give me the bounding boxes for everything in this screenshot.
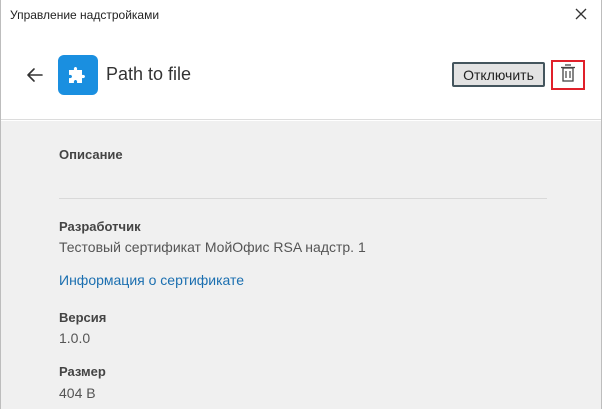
divider (59, 198, 547, 199)
disable-button[interactable]: Отключить (452, 62, 545, 87)
back-arrow-icon[interactable] (25, 65, 45, 85)
addon-details: Описание Разработчик Тестовый сертификат… (1, 121, 601, 409)
size-value: 404 B (59, 385, 96, 401)
certificate-info-link[interactable]: Информация о сертификате (59, 272, 244, 288)
version-label: Версия (59, 310, 107, 325)
delete-button[interactable] (551, 60, 585, 90)
window-title: Управление надстройками (10, 8, 160, 22)
close-icon[interactable] (573, 6, 589, 22)
description-label: Описание (59, 147, 123, 162)
version-value: 1.0.0 (59, 330, 91, 346)
developer-label: Разработчик (59, 219, 141, 234)
title-bar: Управление надстройками (1, 0, 601, 30)
size-label: Размер (59, 364, 106, 379)
addon-header: Path to file Отключить (1, 30, 601, 120)
addon-name: Path to file (106, 64, 192, 84)
addon-manager-window: Управление надстройками Path to file Отк… (0, 0, 602, 409)
puzzle-icon (58, 55, 98, 95)
developer-value: Тестовый сертификат МойОфис RSA надстр. … (59, 239, 366, 255)
trash-icon (559, 63, 577, 88)
